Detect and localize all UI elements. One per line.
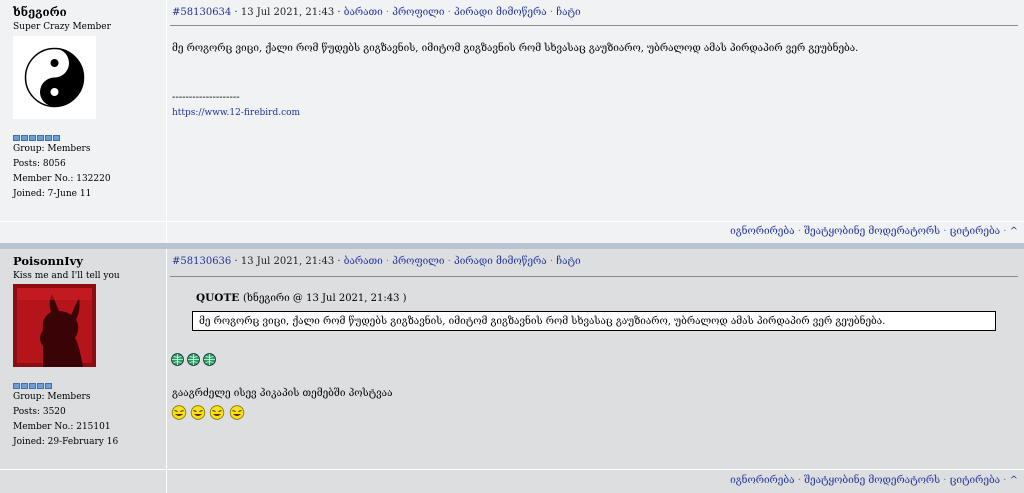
header-rule	[170, 25, 1018, 26]
globe-smiley-icon	[171, 353, 184, 366]
quote-text: მე როგორც ვიცი, ქალი რომ წუდებს გიგზავნი…	[199, 316, 886, 327]
author-panel: PoisonnIvy Kiss me and I'll tell you	[13, 254, 163, 283]
yin-yang-icon	[24, 47, 85, 108]
member-title: Kiss me and I'll tell you	[13, 271, 120, 281]
laughing-smiley-icon	[190, 405, 206, 420]
private-message-link[interactable]: პირადი მიმოწერა	[454, 7, 547, 18]
posts-count: Posts: 3520	[13, 407, 66, 417]
author-name[interactable]: ხნეგირი	[13, 5, 163, 19]
column-divider	[166, 0, 167, 243]
ignore-link[interactable]: იგნორირება	[730, 226, 794, 237]
post-body: მე როგორც ვიცი, ქალი რომ წუდებს გიგზავნი…	[172, 43, 859, 54]
private-message-link[interactable]: პირადი მიმოწერა	[454, 256, 547, 267]
quote-link[interactable]: ციტირება	[950, 226, 1000, 237]
quote-header: QUOTE (ხნეგირი @ 13 Jul 2021, 21:43 )	[196, 292, 407, 304]
footer-divider	[0, 469, 1024, 470]
devil-silhouette-icon	[13, 284, 96, 367]
quote-source: (ხნეგირი @ 13 Jul 2021, 21:43 )	[242, 293, 407, 304]
laughing-smiley-icon	[171, 405, 187, 420]
post-id-link[interactable]: #58130634	[172, 7, 231, 18]
joined-date: Joined: 29-February 16	[13, 437, 119, 447]
member-title: Super Crazy Member	[13, 22, 111, 32]
post-1	[0, 0, 1024, 243]
post-actions: იგნორირება · შეატყობინე მოდერატორს · ციტ…	[730, 226, 1018, 237]
author-name[interactable]: PoisonnIvy	[13, 254, 163, 268]
avatar	[13, 36, 96, 119]
avatar	[13, 284, 96, 367]
author-stats: Group: Members Posts: 3520 Member No.: 2…	[13, 390, 163, 450]
signature-rule: --------------------	[172, 92, 240, 103]
emoticon-row	[171, 405, 245, 420]
laughing-smiley-icon	[229, 405, 244, 420]
post-header: #58130636 · 13 Jul 2021, 21:43 · ბარათი …	[172, 256, 581, 267]
chat-link[interactable]: ჩატი	[556, 7, 580, 18]
ignore-link[interactable]: იგნორირება	[730, 475, 794, 486]
report-link[interactable]: შეატყობინე მოდერატორს	[804, 475, 940, 486]
quote-box: მე როგორც ვიცი, ქალი რომ წუდებს გიგზავნი…	[192, 311, 996, 331]
post-id-link[interactable]: #58130636	[172, 256, 231, 267]
profile-link[interactable]: პროფილი	[392, 7, 444, 18]
group-label: Group: Members	[13, 392, 91, 402]
quote-label: QUOTE	[196, 292, 240, 304]
card-link[interactable]: ბარათი	[344, 256, 383, 267]
column-divider	[166, 249, 167, 493]
scroll-top-link[interactable]: ^	[1010, 475, 1018, 486]
profile-link[interactable]: პროფილი	[392, 256, 444, 267]
joined-date: Joined: 7-June 11	[13, 189, 92, 199]
card-link[interactable]: ბარათი	[344, 7, 383, 18]
post-body: გააგრძელე ისევ პიკაპის თემებში პოსტვაა	[172, 388, 393, 399]
group-label: Group: Members	[13, 144, 91, 154]
author-stats: Group: Members Posts: 8056 Member No.: 1…	[13, 142, 163, 202]
member-number: Member No.: 215101	[13, 422, 111, 432]
post-timestamp: · 13 Jul 2021, 21:43 ·	[234, 7, 341, 18]
post-timestamp: · 13 Jul 2021, 21:43 ·	[234, 256, 341, 267]
post-2	[0, 249, 1024, 493]
author-panel: ხნეგირი Super Crazy Member	[13, 5, 163, 34]
signature-link[interactable]: https://www.12-firebird.com	[172, 107, 300, 120]
member-number: Member No.: 132220	[13, 174, 111, 184]
rank-pips	[13, 381, 53, 389]
posts-count: Posts: 8056	[13, 159, 66, 169]
footer-divider	[0, 221, 1024, 222]
quote-link[interactable]: ციტირება	[950, 475, 1000, 486]
report-link[interactable]: შეატყობინე მოდერატორს	[804, 226, 940, 237]
rank-pips	[13, 133, 61, 141]
emoticon-row	[171, 353, 217, 366]
globe-smiley-icon	[187, 353, 201, 366]
header-rule	[170, 276, 1018, 277]
post-actions: იგნორირება · შეატყობინე მოდერატორს · ციტ…	[730, 475, 1018, 486]
globe-smiley-icon	[203, 353, 217, 366]
chat-link[interactable]: ჩატი	[556, 256, 580, 267]
laughing-smiley-icon	[210, 405, 225, 420]
post-header: #58130634 · 13 Jul 2021, 21:43 · ბარათი …	[172, 7, 581, 18]
scroll-top-link[interactable]: ^	[1010, 226, 1018, 237]
